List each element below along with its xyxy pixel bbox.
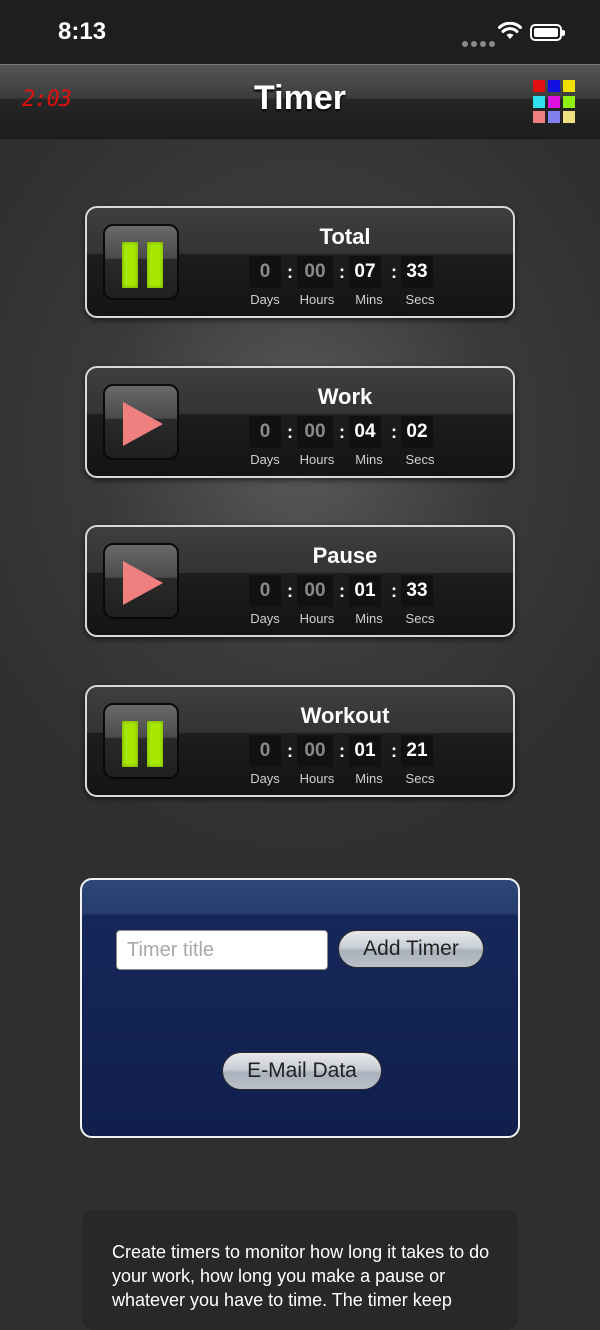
secs-value: 02 bbox=[401, 416, 433, 448]
color-swatch bbox=[563, 80, 575, 92]
color-swatch bbox=[563, 111, 575, 124]
mins-label: Mins bbox=[355, 292, 383, 307]
time-separator: : bbox=[391, 741, 397, 761]
play-button[interactable] bbox=[103, 543, 179, 619]
mins-label: Mins bbox=[355, 611, 383, 626]
mins-value: 04 bbox=[349, 416, 381, 448]
wifi-icon bbox=[498, 22, 522, 39]
color-swatch bbox=[563, 95, 575, 108]
play-icon bbox=[123, 402, 163, 446]
days-value: 0 bbox=[249, 256, 281, 288]
days-value: 0 bbox=[249, 575, 281, 607]
secs-value: 33 bbox=[401, 256, 433, 288]
hours-label: Hours bbox=[299, 452, 335, 467]
pause-button[interactable] bbox=[103, 224, 179, 300]
add-timer-button[interactable]: Add Timer bbox=[338, 930, 484, 968]
time-separator: : bbox=[287, 422, 293, 442]
status-bar: 8:13 bbox=[0, 0, 600, 64]
time-units: Days Hours Mins Secs bbox=[237, 771, 537, 789]
time-separator: : bbox=[391, 262, 397, 282]
mins-label: Mins bbox=[355, 771, 383, 786]
hours-label: Hours bbox=[299, 771, 335, 786]
page-title: Timer bbox=[254, 79, 346, 117]
hours-value: 00 bbox=[297, 575, 333, 607]
timer-title: Total bbox=[319, 224, 371, 249]
info-card: Create timers to monitor how long it tak… bbox=[82, 1210, 518, 1330]
days-label: Days bbox=[250, 292, 280, 307]
days-value: 0 bbox=[249, 416, 281, 448]
color-swatch bbox=[533, 95, 545, 108]
color-swatch bbox=[533, 80, 545, 92]
time-separator: : bbox=[339, 422, 345, 442]
color-grid-icon[interactable] bbox=[533, 80, 577, 124]
time-units: Days Hours Mins Secs bbox=[237, 452, 537, 470]
days-value: 0 bbox=[249, 735, 281, 767]
time-separator: : bbox=[391, 422, 397, 442]
timer-card: Total 0:00:07:33 Days Hours Mins Secs bbox=[85, 206, 515, 318]
info-text: Create timers to monitor how long it tak… bbox=[112, 1242, 490, 1310]
email-data-button[interactable]: E-Mail Data bbox=[222, 1052, 382, 1090]
secs-label: Secs bbox=[405, 292, 435, 307]
secs-label: Secs bbox=[405, 452, 435, 467]
time-separator: : bbox=[339, 741, 345, 761]
timer-card: Work 0:00:04:02 Days Hours Mins Secs bbox=[85, 366, 515, 478]
color-swatch bbox=[548, 80, 560, 92]
hours-value: 00 bbox=[297, 416, 333, 448]
secs-label: Secs bbox=[405, 771, 435, 786]
cellular-signal-icon bbox=[462, 34, 498, 52]
time-separator: : bbox=[287, 262, 293, 282]
timer-title: Workout bbox=[300, 703, 390, 728]
mins-value: 07 bbox=[349, 256, 381, 288]
timer-title: Pause bbox=[312, 543, 378, 568]
hours-value: 00 bbox=[297, 735, 333, 767]
time-units: Days Hours Mins Secs bbox=[237, 611, 537, 629]
status-time: 8:13 bbox=[58, 18, 107, 45]
time-separator: : bbox=[339, 581, 345, 601]
mins-label: Mins bbox=[355, 452, 383, 467]
mins-value: 01 bbox=[349, 575, 381, 607]
play-icon bbox=[123, 561, 163, 605]
hours-value: 00 bbox=[297, 256, 333, 288]
nav-bar: 2:03 Timer bbox=[0, 64, 600, 139]
days-label: Days bbox=[250, 452, 280, 467]
days-label: Days bbox=[250, 771, 280, 786]
hours-label: Hours bbox=[299, 292, 335, 307]
secs-label: Secs bbox=[405, 611, 435, 626]
color-swatch bbox=[548, 95, 560, 108]
pause-button[interactable] bbox=[103, 703, 179, 779]
time-separator: : bbox=[339, 262, 345, 282]
time-separator: : bbox=[287, 741, 293, 761]
days-label: Days bbox=[250, 611, 280, 626]
battery-icon bbox=[530, 24, 565, 41]
mins-value: 01 bbox=[349, 735, 381, 767]
timer-title-input[interactable] bbox=[116, 930, 328, 970]
timer-card: Workout 0:00:01:21 Days Hours Mins Secs bbox=[85, 685, 515, 797]
time-separator: : bbox=[391, 581, 397, 601]
hours-label: Hours bbox=[299, 611, 335, 626]
play-button[interactable] bbox=[103, 384, 179, 460]
timer-card: Pause 0:00:01:33 Days Hours Mins Secs bbox=[85, 525, 515, 637]
color-swatch bbox=[533, 111, 545, 124]
timer-title: Work bbox=[317, 384, 373, 409]
time-separator: : bbox=[287, 581, 293, 601]
add-timer-panel: Add Timer E-Mail Data bbox=[80, 878, 520, 1138]
secs-value: 21 bbox=[401, 735, 433, 767]
time-units: Days Hours Mins Secs bbox=[237, 292, 537, 310]
color-swatch bbox=[548, 111, 560, 124]
secs-value: 33 bbox=[401, 575, 433, 607]
